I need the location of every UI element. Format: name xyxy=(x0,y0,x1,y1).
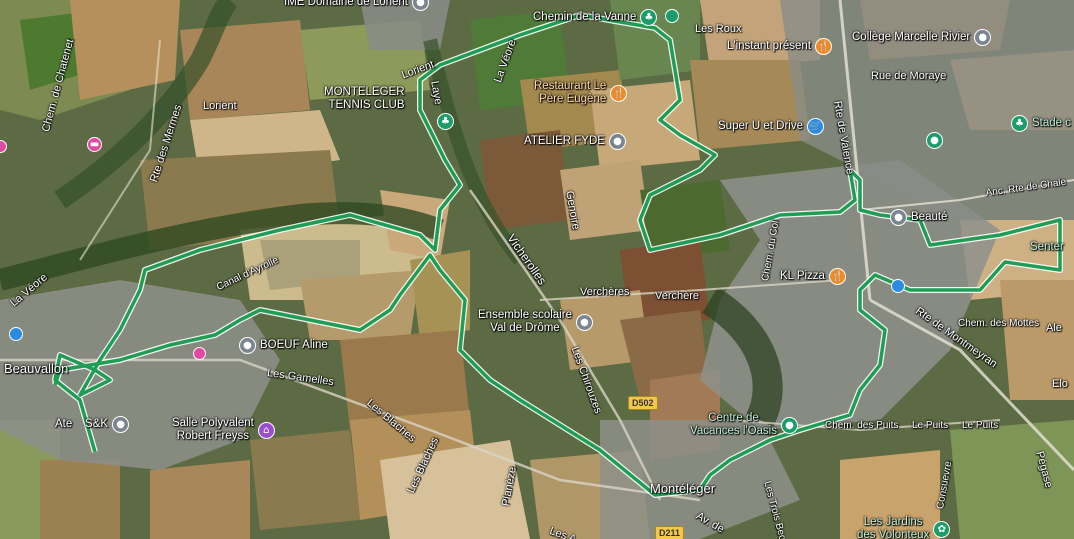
poi-label: ATELIER FYDE xyxy=(524,135,605,147)
road-label: Chem. des Puits xyxy=(825,420,899,431)
road-label: Verchères xyxy=(580,286,630,298)
park-icon[interactable]: ● xyxy=(926,132,943,149)
hotel-icon[interactable]: ▬ xyxy=(87,137,102,152)
road-label: Lorient xyxy=(203,100,237,112)
road-label: Le Puits xyxy=(962,420,999,431)
pin-grey-icon: ● xyxy=(890,209,907,226)
poi-label: Stade c xyxy=(1032,117,1071,129)
restaurant-icon: 🍴 xyxy=(815,38,833,55)
park-icon: ✿ xyxy=(933,520,951,538)
pin-grey-icon: ● xyxy=(239,337,256,354)
pin-grey-icon: ● xyxy=(608,133,626,150)
poi-label: KL Pizza xyxy=(780,270,825,282)
place-label-monteleger: Montéléger xyxy=(650,481,716,496)
road-label: Chem. des Mottes xyxy=(958,318,1040,329)
poi-instant[interactable]: L'instant présent 🍴 xyxy=(727,38,833,55)
poi-salle[interactable]: Salle Polyvalent Robert Freyss ⌂ xyxy=(172,417,275,443)
poi-label: Collège Marcelle Rivier xyxy=(852,31,971,43)
road-label: Le Puits xyxy=(912,420,949,431)
poi-label: MONTELEGER TENNIS CLUB xyxy=(324,86,405,111)
poi-label: Ensemble scolaire Val de Drôme xyxy=(478,309,572,334)
poi-atelier-fyde[interactable]: ATELIER FYDE ● xyxy=(524,133,626,150)
park-icon: ♣ xyxy=(640,9,658,26)
poi-restaurant[interactable]: Restaurant Le Père Eugène 🍴 xyxy=(534,80,628,106)
shopping-icon: 🛒 xyxy=(807,118,825,135)
place-label-beauvallon: Beauvallon xyxy=(4,361,69,376)
road-label: Verchère xyxy=(655,290,700,302)
road-label: Ale xyxy=(1046,322,1062,334)
park-icon: ♣ xyxy=(1011,115,1028,132)
poi-centre[interactable]: Centre de Vacances l'Oasis ● xyxy=(690,412,798,438)
poi-tennis[interactable]: MONTELEGER TENNIS CLUB xyxy=(324,86,405,112)
poi-stade[interactable]: ♣ Stade c xyxy=(1011,115,1071,132)
transit-icon[interactable] xyxy=(9,327,23,341)
park-icon[interactable] xyxy=(665,9,679,23)
shopping-icon[interactable] xyxy=(891,279,905,293)
pin-grey-icon: ● xyxy=(575,313,593,331)
poi-atelier-sk[interactable]: Ate S&K ● xyxy=(55,416,130,433)
poi-superu[interactable]: Super U et Drive 🛒 xyxy=(718,118,825,135)
poi-ime[interactable]: IME Domaine de Lorient ● xyxy=(284,0,430,11)
poi-boeuf[interactable]: ● BOEUF Aline xyxy=(239,337,328,354)
park-icon[interactable]: ♣ xyxy=(437,113,454,130)
pin-grey-icon: ● xyxy=(112,416,130,433)
map-view[interactable]: Chem. de Chatenet Lorient Lorient Rte de… xyxy=(0,0,1074,539)
park-icon: ● xyxy=(781,416,798,434)
road-shield-d502: D502 xyxy=(628,396,658,410)
road-label: Rue de Moraye xyxy=(871,70,947,82)
poi-beaute[interactable]: ● Beauté xyxy=(890,209,947,226)
road-label: Les Roux xyxy=(695,23,742,35)
poi-senter[interactable]: Senter xyxy=(1030,241,1064,254)
poi-kl-pizza[interactable]: KL Pizza 🍴 xyxy=(780,268,846,285)
pin-grey-icon: ● xyxy=(412,0,430,11)
poi-label: Salle Polyvalent Robert Freyss xyxy=(172,417,254,442)
poi-label: Super U et Drive xyxy=(718,120,804,132)
poi-label: Chemin de la Vanne xyxy=(533,11,637,23)
poi-label: L'instant présent xyxy=(727,40,812,52)
venue-icon: ⌂ xyxy=(257,421,275,439)
restaurant-icon: 🍴 xyxy=(828,268,846,285)
road-shield-d211: D211 xyxy=(655,526,685,539)
poi-label: Senter xyxy=(1030,241,1064,253)
restaurant-icon: 🍴 xyxy=(610,84,628,102)
poi-ensemble[interactable]: Ensemble scolaire Val de Drôme ● xyxy=(478,309,593,335)
poi-label: Les Jardins des Volonteux xyxy=(857,516,930,539)
road-label: Elo xyxy=(1052,378,1068,390)
poi-chemin[interactable]: Chemin de la Vanne ♣ xyxy=(533,9,658,26)
hotel-icon[interactable] xyxy=(193,347,206,360)
poi-label: BOEUF Aline xyxy=(260,339,328,351)
poi-label: IME Domaine de Lorient xyxy=(284,0,409,8)
poi-label: Centre de Vacances l'Oasis xyxy=(690,412,777,437)
poi-label: Beauté xyxy=(911,211,948,223)
poi-jardins[interactable]: Les Jardins des Volonteux ✿ xyxy=(857,516,951,539)
pin-grey-icon: ● xyxy=(974,29,992,46)
poi-college[interactable]: Collège Marcelle Rivier ● xyxy=(852,29,992,46)
poi-label: Restaurant Le Père Eugène xyxy=(534,80,607,105)
poi-label: Ate S&K xyxy=(55,418,109,430)
